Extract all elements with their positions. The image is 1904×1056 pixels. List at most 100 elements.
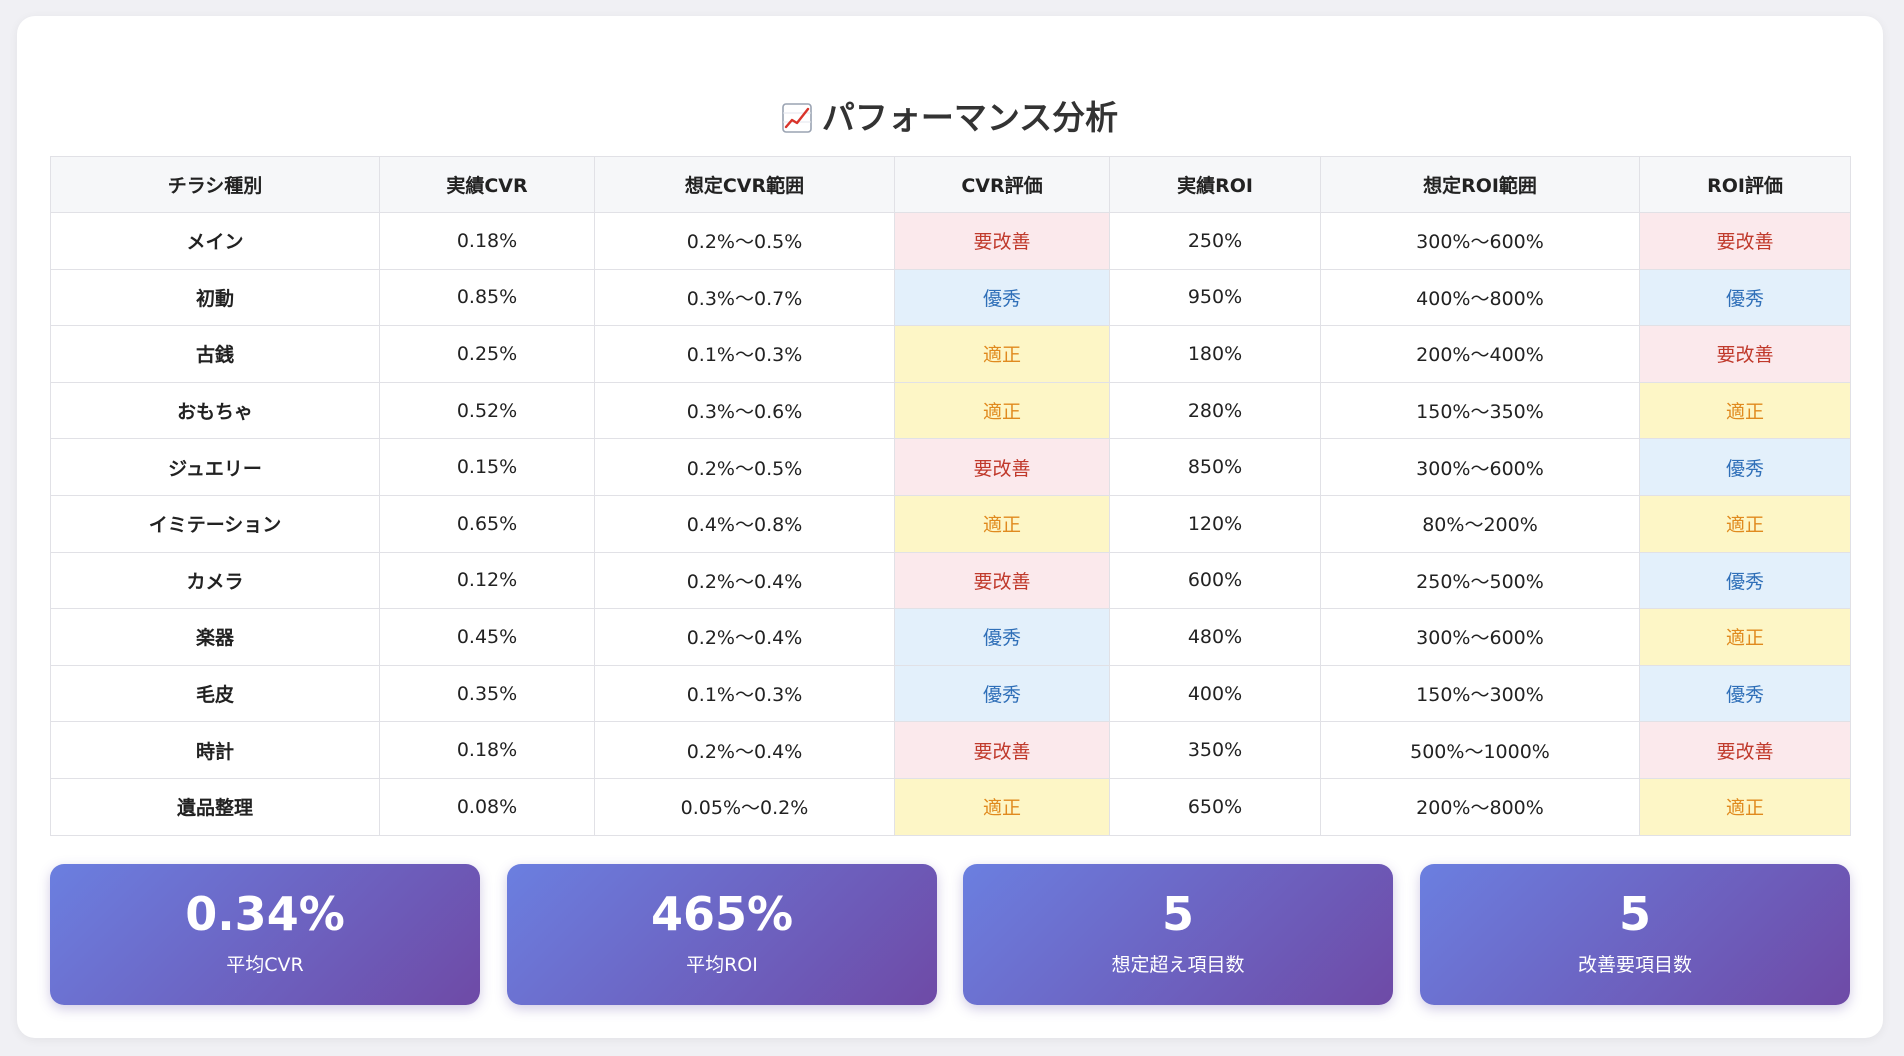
performance-card: パフォーマンス分析 チラシ種別 実績CVR 想定CVR範囲 CVR評価 実績RO…	[17, 16, 1883, 1038]
cvr-evaluation-cell: 適正	[894, 494, 1110, 553]
column-header: 実績ROI	[1109, 156, 1321, 213]
cvr-evaluation-cell: 要改善	[894, 438, 1110, 496]
table-row: イミテーション 0.65% 0.4%〜0.8% 適正 120% 80%〜200%…	[50, 494, 1851, 553]
actual-cvr-cell: 0.45%	[379, 608, 595, 666]
actual-roi-cell: 120%	[1109, 494, 1321, 553]
flyer-type-cell: イミテーション	[50, 494, 380, 553]
actual-roi-cell: 850%	[1109, 438, 1321, 496]
table-row: 楽器 0.45% 0.2%〜0.4% 優秀 480% 300%〜600% 適正	[50, 608, 1851, 666]
roi-evaluation-cell: 適正	[1639, 381, 1851, 440]
actual-roi-cell: 280%	[1109, 381, 1321, 440]
flyer-type-cell: 初動	[50, 268, 380, 327]
cvr-evaluation-cell: 優秀	[894, 664, 1110, 723]
actual-cvr-cell: 0.65%	[379, 494, 595, 553]
stat-label: 想定超え項目数	[1111, 954, 1245, 976]
stat-card-needs-improvement-count: 5 改善要項目数	[1420, 864, 1850, 1005]
summary-stats: 0.34% 平均CVR 465% 平均ROI 5 想定超え項目数 5 改善要項目…	[50, 864, 1850, 1005]
actual-cvr-cell: 0.12%	[379, 551, 595, 610]
expected-roi-range-cell: 400%〜800%	[1320, 268, 1640, 327]
table-row: メイン 0.18% 0.2%〜0.5% 要改善 250% 300%〜600% 要…	[50, 212, 1851, 270]
flyer-type-cell: ジュエリー	[50, 438, 380, 496]
flyer-type-cell: 遺品整理	[50, 777, 380, 836]
roi-evaluation-cell: 優秀	[1639, 438, 1851, 496]
expected-cvr-range-cell: 0.4%〜0.8%	[594, 494, 895, 553]
expected-roi-range-cell: 300%〜600%	[1320, 212, 1640, 270]
expected-cvr-range-cell: 0.1%〜0.3%	[594, 325, 895, 383]
roi-evaluation-cell: 優秀	[1639, 551, 1851, 610]
expected-roi-range-cell: 150%〜300%	[1320, 664, 1640, 723]
expected-roi-range-cell: 300%〜600%	[1320, 438, 1640, 496]
table-row: 初動 0.85% 0.3%〜0.7% 優秀 950% 400%〜800% 優秀	[50, 268, 1851, 327]
stat-card-above-expectation-count: 5 想定超え項目数	[963, 864, 1393, 1005]
table-row: カメラ 0.12% 0.2%〜0.4% 要改善 600% 250%〜500% 優…	[50, 551, 1851, 610]
roi-evaluation-cell: 優秀	[1639, 664, 1851, 723]
flyer-type-cell: 時計	[50, 721, 380, 779]
actual-cvr-cell: 0.52%	[379, 381, 595, 440]
page-title-text: パフォーマンス分析	[821, 98, 1119, 137]
table-row: ジュエリー 0.15% 0.2%〜0.5% 要改善 850% 300%〜600%…	[50, 438, 1851, 496]
page-title: パフォーマンス分析	[17, 94, 1883, 142]
cvr-evaluation-cell: 優秀	[894, 608, 1110, 666]
actual-cvr-cell: 0.15%	[379, 438, 595, 496]
roi-evaluation-cell: 要改善	[1639, 721, 1851, 779]
cvr-evaluation-cell: 適正	[894, 325, 1110, 383]
flyer-type-cell: カメラ	[50, 551, 380, 610]
stat-value: 5	[1618, 887, 1651, 941]
expected-cvr-range-cell: 0.3%〜0.6%	[594, 381, 895, 440]
expected-cvr-range-cell: 0.2%〜0.4%	[594, 551, 895, 610]
cvr-evaluation-cell: 要改善	[894, 212, 1110, 270]
actual-cvr-cell: 0.18%	[379, 212, 595, 270]
actual-roi-cell: 350%	[1109, 721, 1321, 779]
performance-table: チラシ種別 実績CVR 想定CVR範囲 CVR評価 実績ROI 想定ROI範囲 …	[50, 156, 1851, 836]
roi-evaluation-cell: 要改善	[1639, 212, 1851, 270]
column-header: 実績CVR	[379, 156, 595, 213]
actual-cvr-cell: 0.18%	[379, 721, 595, 779]
roi-evaluation-cell: 適正	[1639, 608, 1851, 666]
table-row: 遺品整理 0.08% 0.05%〜0.2% 適正 650% 200%〜800% …	[50, 777, 1851, 836]
actual-roi-cell: 400%	[1109, 664, 1321, 723]
expected-roi-range-cell: 200%〜400%	[1320, 325, 1640, 383]
actual-cvr-cell: 0.08%	[379, 777, 595, 836]
actual-roi-cell: 480%	[1109, 608, 1321, 666]
actual-roi-cell: 180%	[1109, 325, 1321, 383]
expected-cvr-range-cell: 0.05%〜0.2%	[594, 777, 895, 836]
cvr-evaluation-cell: 要改善	[894, 721, 1110, 779]
flyer-type-cell: 毛皮	[50, 664, 380, 723]
expected-roi-range-cell: 150%〜350%	[1320, 381, 1640, 440]
expected-roi-range-cell: 200%〜800%	[1320, 777, 1640, 836]
column-header: チラシ種別	[50, 156, 380, 213]
flyer-type-cell: メイン	[50, 212, 380, 270]
table-row: 時計 0.18% 0.2%〜0.4% 要改善 350% 500%〜1000% 要…	[50, 721, 1851, 779]
column-header: ROI評価	[1639, 156, 1851, 213]
stat-card-average-roi: 465% 平均ROI	[507, 864, 937, 1005]
expected-cvr-range-cell: 0.2%〜0.4%	[594, 721, 895, 779]
expected-roi-range-cell: 300%〜600%	[1320, 608, 1640, 666]
flyer-type-cell: おもちゃ	[50, 381, 380, 440]
actual-cvr-cell: 0.25%	[379, 325, 595, 383]
table-row: 古銭 0.25% 0.1%〜0.3% 適正 180% 200%〜400% 要改善	[50, 325, 1851, 383]
stat-label: 改善要項目数	[1577, 954, 1692, 976]
actual-roi-cell: 600%	[1109, 551, 1321, 610]
column-header: 想定ROI範囲	[1320, 156, 1640, 213]
expected-roi-range-cell: 250%〜500%	[1320, 551, 1640, 610]
table-row: 毛皮 0.35% 0.1%〜0.3% 優秀 400% 150%〜300% 優秀	[50, 664, 1851, 723]
roi-evaluation-cell: 優秀	[1639, 268, 1851, 327]
expected-cvr-range-cell: 0.3%〜0.7%	[594, 268, 895, 327]
cvr-evaluation-cell: 要改善	[894, 551, 1110, 610]
stat-card-average-cvr: 0.34% 平均CVR	[50, 864, 480, 1005]
cvr-evaluation-cell: 適正	[894, 777, 1110, 836]
stat-value: 0.34%	[185, 887, 345, 941]
expected-cvr-range-cell: 0.1%〜0.3%	[594, 664, 895, 723]
cvr-evaluation-cell: 優秀	[894, 268, 1110, 327]
expected-cvr-range-cell: 0.2%〜0.4%	[594, 608, 895, 666]
roi-evaluation-cell: 要改善	[1639, 325, 1851, 383]
stat-value: 5	[1161, 887, 1194, 941]
column-header: CVR評価	[894, 156, 1110, 213]
roi-evaluation-cell: 適正	[1639, 494, 1851, 553]
cvr-evaluation-cell: 適正	[894, 381, 1110, 440]
roi-evaluation-cell: 適正	[1639, 777, 1851, 836]
actual-cvr-cell: 0.85%	[379, 268, 595, 327]
flyer-type-cell: 楽器	[50, 608, 380, 666]
table-row: おもちゃ 0.52% 0.3%〜0.6% 適正 280% 150%〜350% 適…	[50, 381, 1851, 440]
actual-cvr-cell: 0.35%	[379, 664, 595, 723]
